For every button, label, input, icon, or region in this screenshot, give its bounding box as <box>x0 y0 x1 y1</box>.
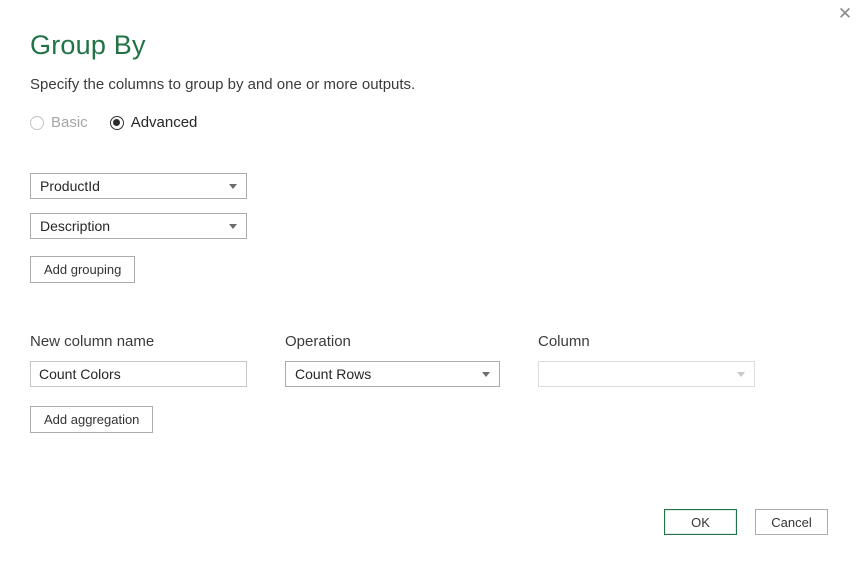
group-column-dropdown-1[interactable]: ProductId <box>30 173 247 199</box>
cancel-button[interactable]: Cancel <box>755 509 828 535</box>
chevron-down-icon <box>737 371 745 377</box>
operation-dropdown[interactable]: Count Rows <box>285 361 500 387</box>
chevron-down-icon <box>229 183 237 189</box>
page-title: Group By <box>30 30 146 60</box>
mode-selector: Basic Advanced <box>30 114 832 131</box>
chevron-down-icon <box>229 223 237 229</box>
column-label: Column <box>538 333 590 350</box>
new-column-name-label: New column name <box>30 333 155 350</box>
group-column-dropdown-1-value: ProductId <box>40 178 100 194</box>
aggregation-section: New column name Operation Count Rows Col… <box>30 333 832 387</box>
new-column-name-input[interactable] <box>30 361 247 387</box>
radio-advanced-label: Advanced <box>130 114 198 131</box>
radio-basic[interactable]: Basic <box>30 114 88 131</box>
ok-button[interactable]: OK <box>664 509 737 535</box>
close-icon[interactable]: ✕ <box>834 3 856 25</box>
column-dropdown <box>538 361 755 387</box>
add-grouping-button[interactable]: Add grouping <box>30 256 136 283</box>
dialog-footer: OK Cancel <box>664 509 828 535</box>
group-column-dropdown-2[interactable]: Description <box>30 213 247 239</box>
radio-basic-icon <box>30 115 44 130</box>
chevron-down-icon <box>482 371 490 377</box>
grouping-section: ProductId Description Add grouping <box>30 173 832 283</box>
radio-advanced[interactable]: Advanced <box>109 114 198 131</box>
group-by-dialog: ✕ Group By Specify the columns to group … <box>0 0 862 567</box>
operation-label: Operation <box>285 333 351 350</box>
radio-basic-label: Basic <box>51 114 88 131</box>
radio-advanced-dot <box>113 119 121 126</box>
dialog-subtitle: Specify the columns to group by and one … <box>30 76 416 93</box>
add-aggregation-button[interactable]: Add aggregation <box>30 406 154 433</box>
operation-dropdown-value: Count Rows <box>295 366 372 382</box>
group-column-dropdown-2-value: Description <box>40 218 111 234</box>
radio-advanced-icon <box>109 115 124 130</box>
